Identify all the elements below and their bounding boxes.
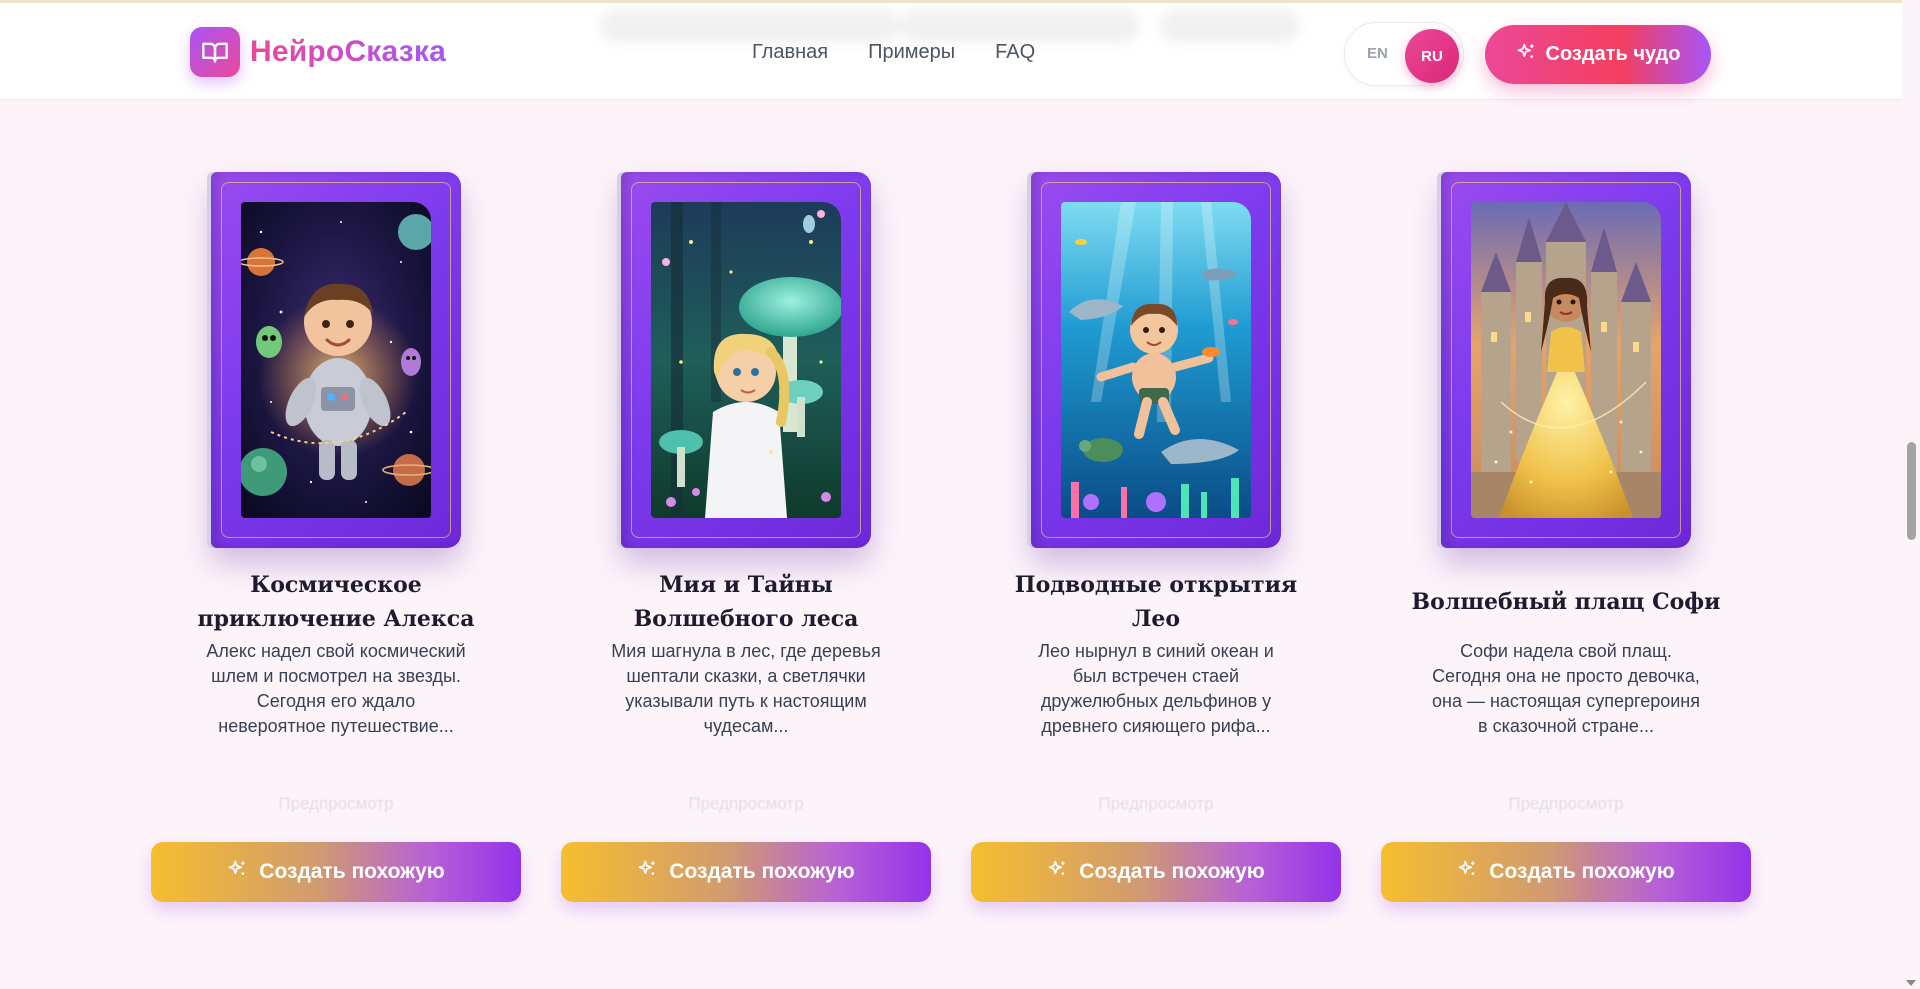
nav-link-faq[interactable]: FAQ [995, 41, 1035, 64]
cover-illustration-space [241, 202, 431, 518]
create-similar-label: Создать похожую [1489, 860, 1675, 883]
sparkles-icon [637, 859, 657, 885]
site-header: НейроСказка Главная Примеры FAQ EN RU Со… [0, 3, 1902, 100]
create-similar-button[interactable]: Создать похожую [1381, 842, 1751, 902]
preview-link[interactable]: Предпросмотр [1081, 794, 1231, 814]
create-miracle-button[interactable]: Создать чудо [1485, 25, 1711, 84]
book-cover[interactable] [211, 172, 461, 548]
scrollbar-thumb[interactable] [1907, 442, 1916, 540]
sparkles-icon [1516, 42, 1536, 68]
preview-link[interactable]: Предпросмотр [1491, 794, 1641, 814]
card-title: Космическое приключение Алекса [197, 572, 475, 632]
language-en-button[interactable]: EN [1367, 45, 1388, 62]
story-card: Мия и Тайны Волшебного леса Мия шагнула … [561, 172, 931, 912]
card-title: Подводные открытия Лео [1014, 572, 1298, 632]
blurred-background-pill [900, 9, 1140, 43]
language-switcher: EN RU [1344, 22, 1464, 86]
cover-illustration-ocean [1061, 202, 1251, 518]
story-card: Подводные открытия Лео Лео нырнул в сини… [971, 172, 1341, 912]
create-similar-button[interactable]: Создать похожую [971, 842, 1341, 902]
create-similar-label: Создать похожую [1079, 860, 1265, 883]
card-description: Мия шагнула в лес, где деревья шептали с… [611, 641, 881, 736]
nav-link-examples[interactable]: Примеры [868, 41, 955, 64]
card-description: Софи надела свой плащ. Сегодня она не пр… [1432, 641, 1700, 736]
create-similar-label: Создать похожую [669, 860, 855, 883]
cover-illustration-castle [1471, 202, 1661, 518]
book-open-icon [190, 27, 240, 77]
card-title: Волшебный плащ Софи [1411, 589, 1721, 615]
cover-illustration-forest [651, 202, 841, 518]
card-title: Мия и Тайны Волшебного леса [633, 572, 859, 632]
create-miracle-label: Создать чудо [1545, 43, 1681, 65]
create-similar-label: Создать похожую [259, 860, 445, 883]
nav-link-home[interactable]: Главная [752, 41, 828, 64]
main-nav: Главная Примеры FAQ [752, 41, 1035, 64]
sparkles-icon [227, 859, 247, 885]
sparkles-icon [1047, 859, 1067, 885]
preview-link[interactable]: Предпросмотр [671, 794, 821, 814]
sparkles-icon [1457, 859, 1477, 885]
blurred-background-pill [600, 9, 900, 43]
create-similar-button[interactable]: Создать похожую [151, 842, 521, 902]
page-scrollbar[interactable] [1902, 0, 1920, 989]
blurred-background-pill [1160, 9, 1300, 43]
book-cover[interactable] [621, 172, 871, 548]
brand-logo[interactable]: НейроСказка [190, 27, 446, 77]
book-cover[interactable] [1031, 172, 1281, 548]
book-cover[interactable] [1441, 172, 1691, 548]
brand-name: НейроСказка [250, 35, 446, 68]
preview-link[interactable]: Предпросмотр [261, 794, 411, 814]
story-card: Космическое приключение Алекса Алекс над… [151, 172, 521, 912]
story-card: Волшебный плащ Софи Софи надела свой пла… [1381, 172, 1751, 912]
language-ru-button[interactable]: RU [1405, 29, 1459, 83]
create-similar-button[interactable]: Создать похожую [561, 842, 931, 902]
card-description: Алекс надел свой космический шлем и посм… [206, 641, 466, 736]
scroll-down-arrow-icon[interactable] [1906, 980, 1916, 986]
card-description: Лео нырнул в синий океан и был встречен … [1038, 641, 1274, 736]
